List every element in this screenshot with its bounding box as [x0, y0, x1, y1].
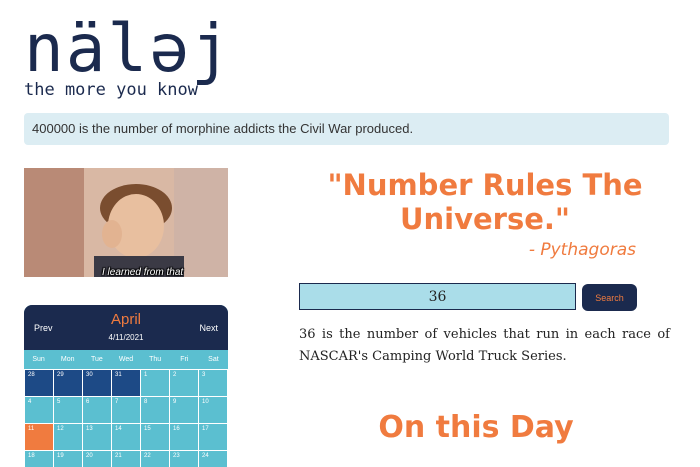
weekday-label: Sat [208, 356, 219, 363]
hero-image-graphic [24, 168, 228, 277]
calendar-day-cell[interactable]: 8 [141, 397, 170, 424]
image-caption: I learned from that [102, 267, 184, 277]
calendar-day-cell[interactable]: 14 [112, 424, 141, 451]
logo-wordmark: nälǝj [24, 10, 233, 87]
weekday-label: Fri [180, 356, 189, 363]
calendar-day-cell[interactable]: 3 [199, 370, 228, 397]
random-fact-banner: 400000 is the number of morphine addicts… [24, 113, 669, 145]
calendar-day-cell[interactable]: 2 [170, 370, 199, 397]
calendar-day-cell[interactable]: 11 [25, 424, 54, 451]
calendar-day-cell[interactable]: 9 [170, 397, 199, 424]
calendar-days-grid: 28 29 30 31 1 2 3 4 5 6 7 8 9 10 11 12 13 14 15 16 17 18 19 20 2… [24, 369, 228, 467]
weekday-label: Tue [90, 356, 103, 363]
number-fact-result: 36 is the number of vehicles that run in… [299, 327, 670, 364]
quote-author: - Pythagoras [528, 240, 636, 260]
calendar-day-cell[interactable]: 16 [170, 424, 199, 451]
calendar-day-cell[interactable]: 18 [25, 451, 54, 467]
calendar-weekdays: Sun Mon Tue Wed Thu Fri Sat [24, 350, 228, 369]
calendar-day-cell[interactable]: 20 [83, 451, 112, 467]
calendar-day-cell[interactable]: 17 [199, 424, 228, 451]
calendar-day-cell[interactable]: 23 [170, 451, 199, 467]
calendar-day-cell[interactable]: 30 [83, 370, 112, 397]
calendar-day-cell[interactable]: 4 [25, 397, 54, 424]
calendar-widget: Prev April 4/11/2021 Next Sun Mon Tue Wed Th… [24, 305, 228, 467]
calendar-day-cell[interactable]: 6 [83, 397, 112, 424]
number-search-input[interactable] [299, 283, 576, 310]
calendar-day-cell[interactable]: 1 [141, 370, 170, 397]
calendar-day-cell[interactable]: 7 [112, 397, 141, 424]
site-logo[interactable]: nälǝj the more you know [24, 10, 233, 101]
calendar-day-cell[interactable]: 22 [141, 451, 170, 467]
weekday-label: Sun [32, 356, 45, 363]
calendar-day-cell[interactable]: 13 [83, 424, 112, 451]
calendar-day-cell[interactable]: 24 [199, 451, 228, 467]
calendar-day-cell[interactable]: 19 [54, 451, 83, 467]
weekday-label: Thu [149, 356, 162, 363]
calendar-day-cell[interactable]: 10 [199, 397, 228, 424]
quote-text: "Number Rules The Universe." [327, 168, 643, 236]
weekday-label: Mon [60, 356, 75, 363]
calendar-day-cell[interactable]: 29 [54, 370, 83, 397]
calendar-current-date: 4/11/2021 [108, 333, 144, 342]
calendar-day-cell[interactable]: 5 [54, 397, 83, 424]
hero-image: I learned from that [24, 168, 228, 277]
calendar-day-cell[interactable]: 12 [54, 424, 83, 451]
calendar-next-button[interactable]: Next [199, 323, 218, 333]
on-this-day-heading: On this Day [378, 410, 574, 445]
calendar-day-cell[interactable]: 21 [112, 451, 141, 467]
calendar-month: April [110, 311, 141, 328]
weekday-label: Wed [118, 356, 134, 363]
calendar-day-cell[interactable]: 31 [112, 370, 141, 397]
calendar-day-cell[interactable]: 15 [141, 424, 170, 451]
calendar-day-cell[interactable]: 28 [25, 370, 54, 397]
calendar-header: Prev April 4/11/2021 Next [24, 305, 228, 350]
search-button[interactable]: Search [582, 284, 637, 311]
